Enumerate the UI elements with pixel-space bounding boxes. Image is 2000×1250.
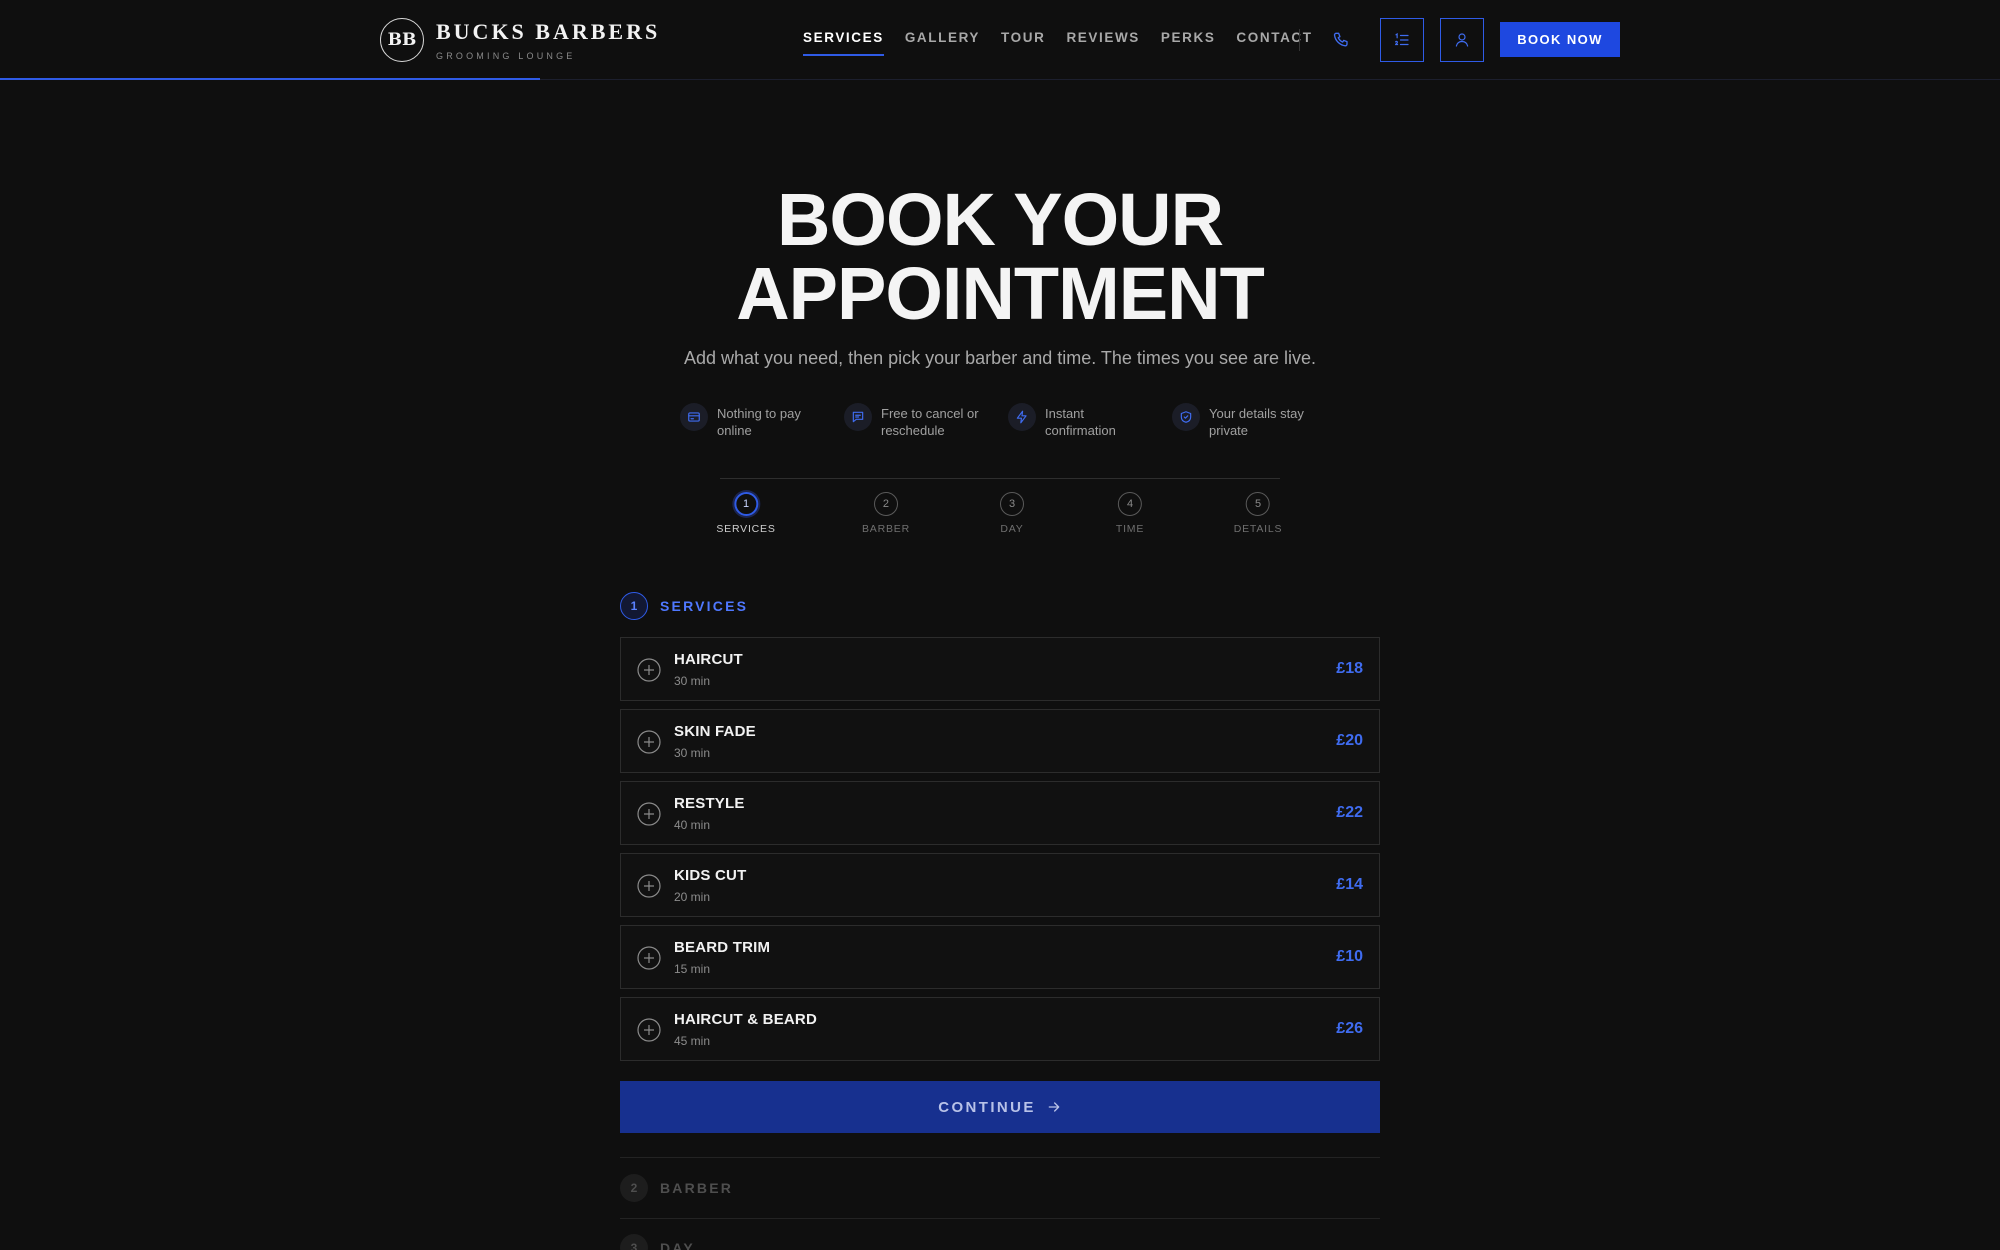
nav-item-services[interactable]: SERVICES <box>803 30 884 56</box>
plus-icon[interactable] <box>637 946 661 970</box>
user-icon <box>1453 31 1471 49</box>
service-duration: 15 min <box>674 962 711 976</box>
plus-icon[interactable] <box>637 874 661 898</box>
section-title: DAY <box>660 1240 695 1250</box>
step-number: 5 <box>1246 492 1270 516</box>
section-number: 2 <box>620 1174 648 1202</box>
list-button[interactable] <box>1380 18 1424 62</box>
step-barber[interactable]: 2 BARBER <box>862 492 910 535</box>
service-price: £18 <box>1336 660 1363 677</box>
service-name: SKIN FADE <box>674 723 756 740</box>
step-number: 2 <box>873 492 898 516</box>
feature-item: Your details stay private <box>1172 403 1336 439</box>
feature-list: Nothing to pay online Free to cancel or … <box>680 403 1336 439</box>
section-divider <box>620 1218 1380 1219</box>
service-duration: 30 min <box>674 746 711 760</box>
feature-item: Free to cancel or reschedule <box>844 403 1008 439</box>
service-kids-cut[interactable]: KIDS CUT 20 min £14 <box>620 853 1380 917</box>
service-price: £26 <box>1336 1020 1363 1037</box>
service-name: BEARD TRIM <box>674 939 771 956</box>
service-duration: 20 min <box>674 890 711 904</box>
arrow-right-icon <box>1046 1099 1062 1115</box>
list-icon <box>1393 31 1411 49</box>
continue-label: CONTINUE <box>938 1098 1036 1116</box>
brand-text: BUCKS BARBERS GROOMING LOUNGE <box>436 18 661 61</box>
step-day[interactable]: 3 DAY <box>1000 492 1024 535</box>
section-divider <box>620 1157 1380 1158</box>
nav-item-contact[interactable]: CONTACT <box>1236 30 1312 56</box>
service-restyle[interactable]: RESTYLE 40 min £22 <box>620 781 1380 845</box>
stepper-track <box>720 478 1280 479</box>
section-number: 1 <box>620 592 648 620</box>
service-name: KIDS CUT <box>674 867 747 884</box>
plus-icon[interactable] <box>637 802 661 826</box>
service-name: HAIRCUT & BEARD <box>674 1011 817 1028</box>
step-label: DETAILS <box>1233 523 1283 535</box>
brand-tagline: GROOMING LOUNGE <box>436 50 576 61</box>
page-title: BOOK YOUR APPOINTMENT <box>0 183 2000 331</box>
feature-text: Nothing to pay online <box>717 406 801 438</box>
bolt-icon <box>1008 403 1036 431</box>
page-progress-bar <box>0 78 540 80</box>
service-duration: 40 min <box>674 818 711 832</box>
card-icon <box>680 403 708 431</box>
service-duration: 45 min <box>674 1034 711 1048</box>
step-services[interactable]: 1 SERVICES <box>716 492 775 535</box>
service-haircut[interactable]: HAIRCUT 30 min £18 <box>620 637 1380 701</box>
message-icon <box>844 403 872 431</box>
brand-name: BUCKS BARBERS <box>436 18 661 44</box>
account-button[interactable] <box>1440 18 1484 62</box>
shield-icon <box>1172 403 1200 431</box>
brand[interactable]: BB BUCKS BARBERS GROOMING LOUNGE <box>380 18 660 62</box>
continue-button[interactable]: CONTINUE <box>620 1081 1380 1133</box>
step-number: 1 <box>734 492 758 516</box>
section-title: SERVICES <box>660 598 749 614</box>
phone-icon[interactable] <box>1332 30 1352 50</box>
service-name: RESTYLE <box>674 795 745 812</box>
feature-text: Your details stay private <box>1209 406 1304 438</box>
step-number: 3 <box>1000 492 1024 516</box>
book-now-button[interactable]: BOOK NOW <box>1500 22 1620 57</box>
step-number: 4 <box>1118 492 1142 516</box>
service-price: £14 <box>1336 876 1363 893</box>
service-skin-fade[interactable]: SKIN FADE 30 min £20 <box>620 709 1380 773</box>
top-nav: BB BUCKS BARBERS GROOMING LOUNGE SERVICE… <box>0 0 2000 80</box>
service-price: £22 <box>1336 804 1363 821</box>
feature-item: Nothing to pay online <box>680 403 844 439</box>
service-price: £20 <box>1336 732 1363 749</box>
section-title: BARBER <box>660 1180 734 1196</box>
service-name: HAIRCUT <box>674 651 743 668</box>
nav-item-reviews[interactable]: REVIEWS <box>1066 30 1139 56</box>
service-haircut-and-beard[interactable]: HAIRCUT & BEARD 45 min £26 <box>620 997 1380 1061</box>
page-title-line-1: BOOK YOUR <box>776 178 1224 261</box>
step-label: TIME <box>1115 523 1145 535</box>
feature-text: Free to cancel or reschedule <box>881 406 979 438</box>
nav-item-tour[interactable]: TOUR <box>1001 30 1045 56</box>
service-duration: 30 min <box>674 674 711 688</box>
step-label: BARBER <box>862 523 910 535</box>
main-menu: SERVICES GALLERY TOUR REVIEWS PERKS CONT… <box>803 30 1334 56</box>
feature-text: Instant confirmation <box>1045 406 1116 438</box>
section-header-services: 1 SERVICES <box>620 592 748 620</box>
section-header-day: 3 DAY <box>620 1234 695 1250</box>
page-subtitle: Add what you need, then pick your barber… <box>683 348 1317 368</box>
brand-logo: BB <box>380 18 424 62</box>
step-details[interactable]: 5 DETAILS <box>1234 492 1283 535</box>
step-label: DAY <box>1000 523 1024 535</box>
plus-icon[interactable] <box>637 658 661 682</box>
service-price: £10 <box>1336 948 1363 965</box>
nav-item-perks[interactable]: PERKS <box>1161 30 1216 56</box>
page-title-line-2: APPOINTMENT <box>736 252 1265 335</box>
plus-icon[interactable] <box>637 1018 661 1042</box>
nav-item-gallery[interactable]: GALLERY <box>905 30 980 56</box>
section-number: 3 <box>620 1234 648 1250</box>
feature-item: Instant confirmation <box>1008 403 1172 439</box>
nav-divider <box>1299 29 1300 51</box>
section-header-barber: 2 BARBER <box>620 1174 733 1202</box>
step-time[interactable]: 4 TIME <box>1116 492 1144 535</box>
service-beard-trim[interactable]: BEARD TRIM 15 min £10 <box>620 925 1380 989</box>
step-label: SERVICES <box>716 523 776 535</box>
plus-icon[interactable] <box>637 730 661 754</box>
